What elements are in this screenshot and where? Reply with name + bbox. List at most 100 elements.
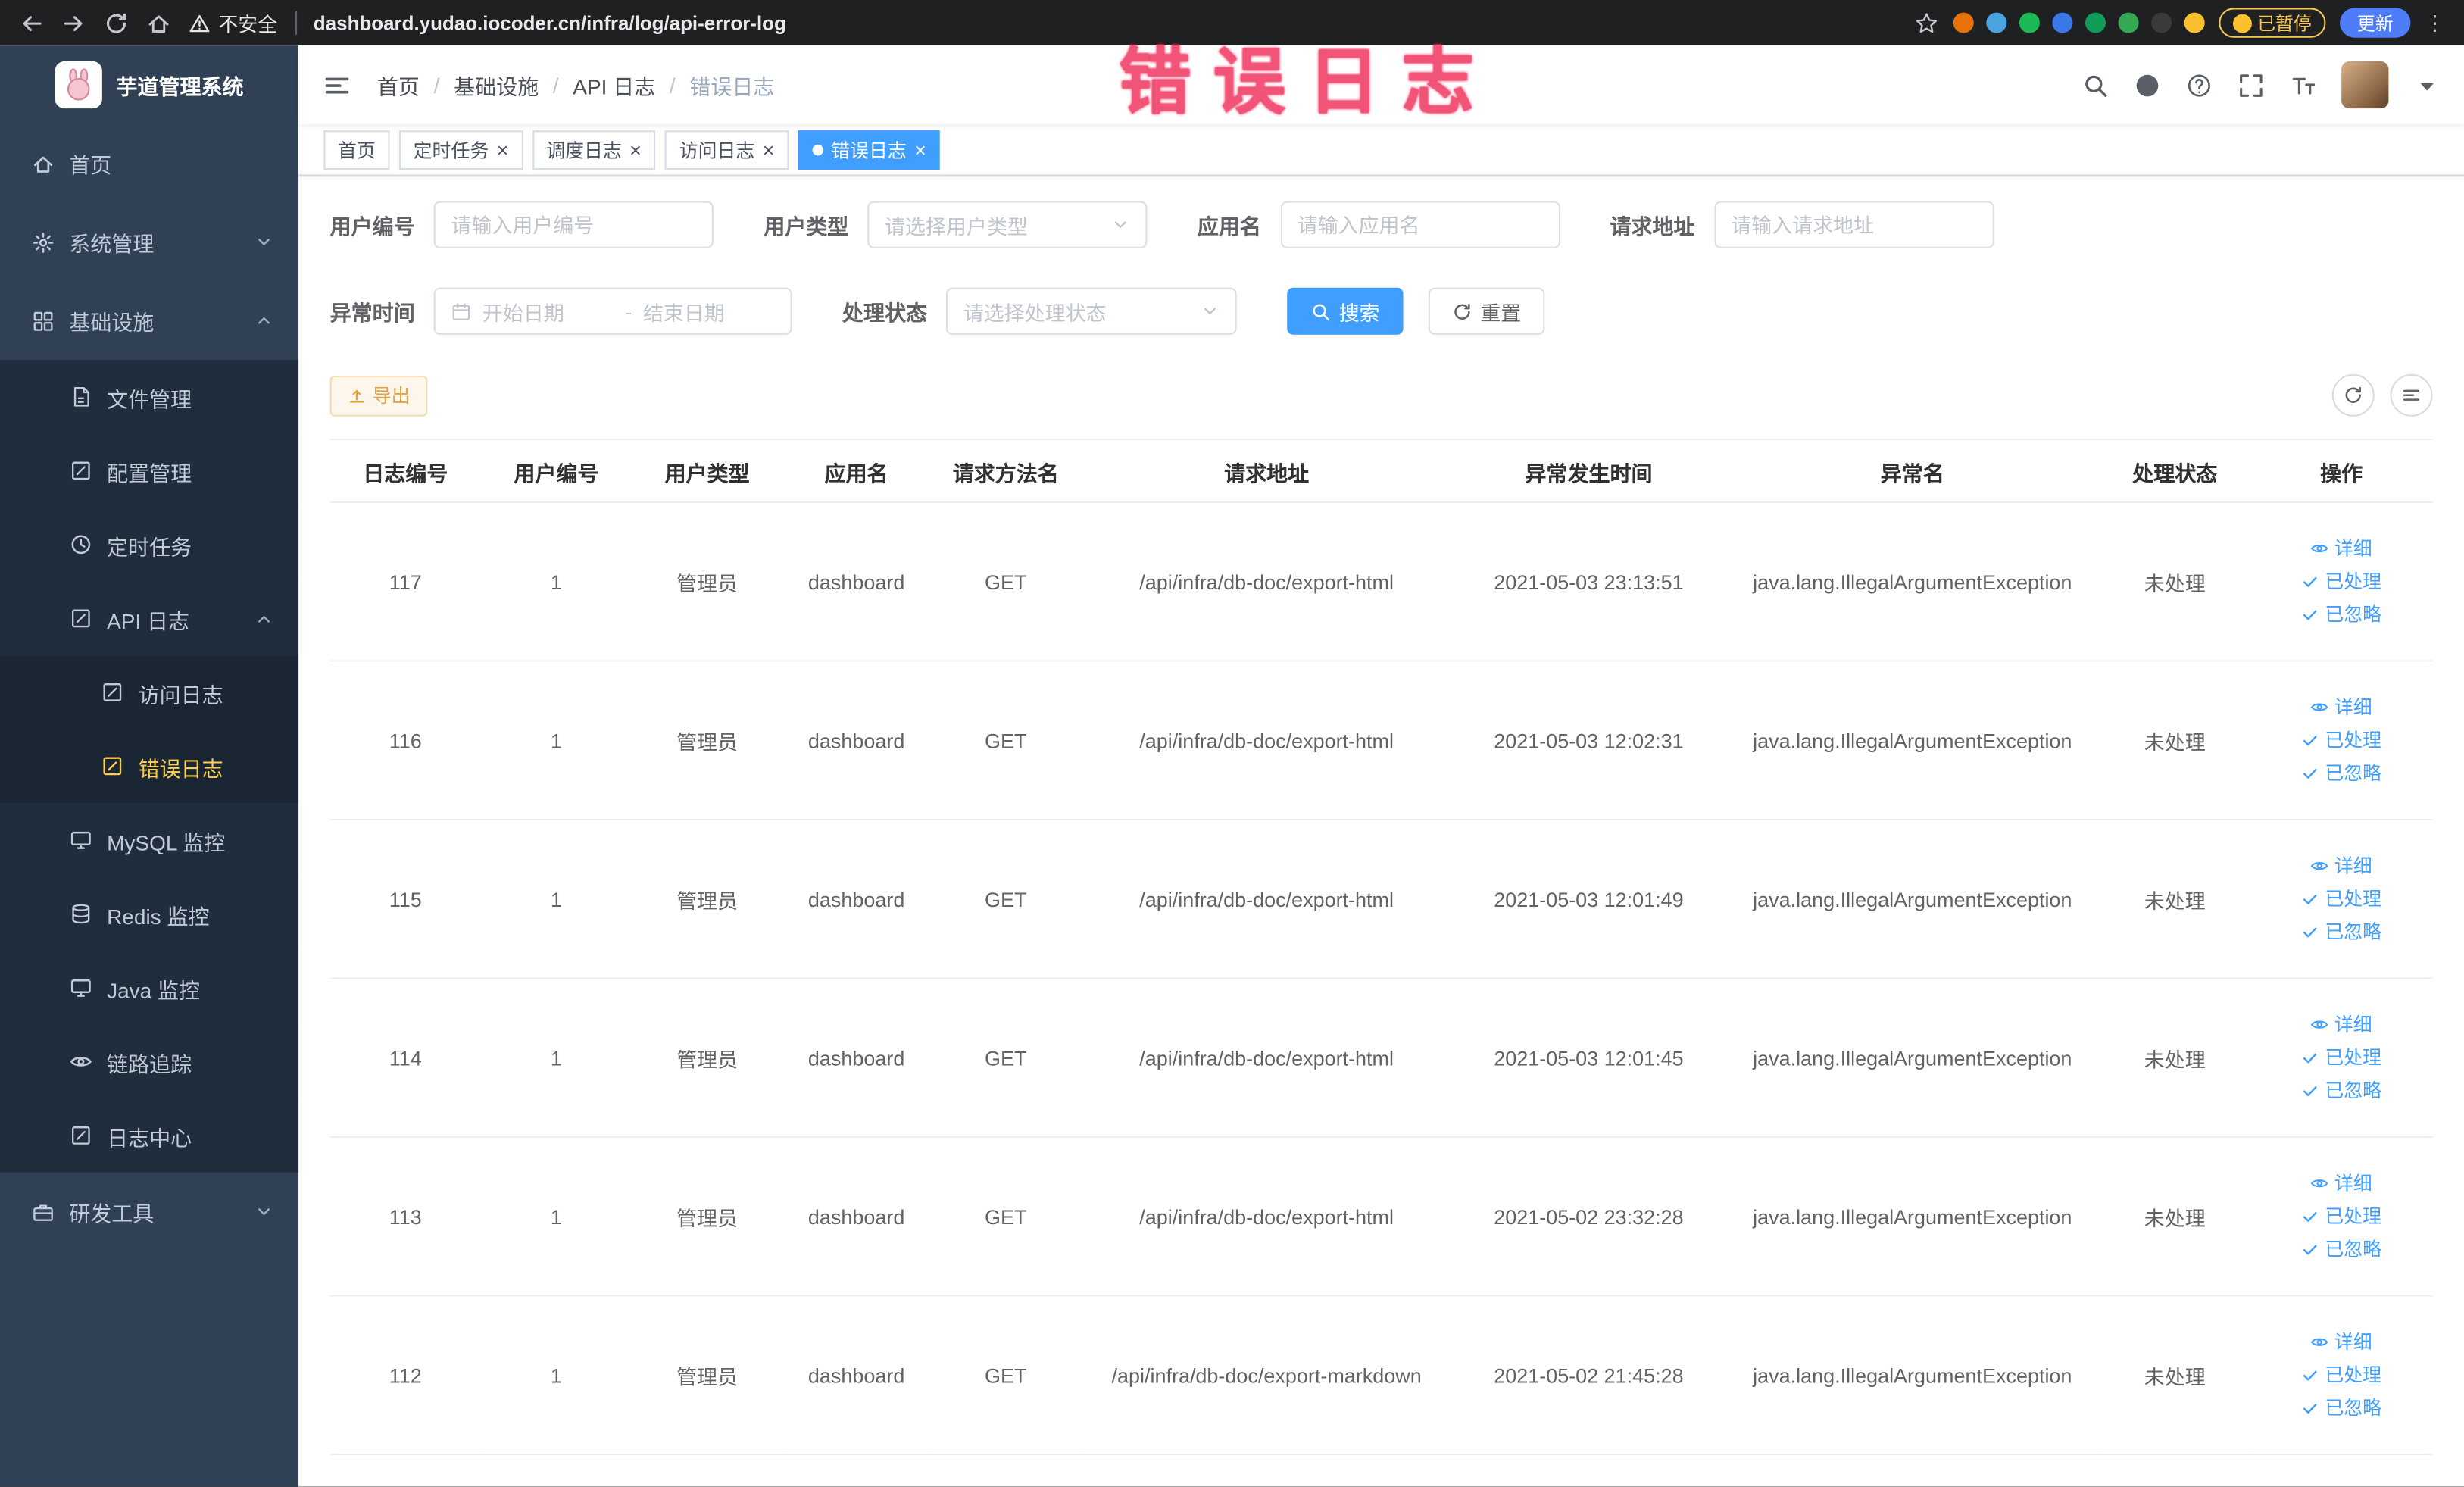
action-processed-link[interactable]: 已处理 xyxy=(2256,565,2426,598)
breadcrumb-item[interactable]: API 日志 xyxy=(573,69,655,100)
extension-metro-grid-icon[interactable] xyxy=(2051,12,2072,33)
sidebar-item-access-log[interactable]: 访问日志 xyxy=(0,655,299,729)
sidebar-item-link-tracing[interactable]: 链路追踪 xyxy=(0,1024,299,1099)
column-settings-button[interactable] xyxy=(2390,373,2433,417)
browser-refresh-icon[interactable] xyxy=(104,10,129,35)
cell-user-id: 1 xyxy=(480,819,632,979)
extensions xyxy=(1952,12,2204,33)
cell-app-name: dashboard xyxy=(782,819,931,979)
sidebar-item-error-log[interactable]: 错误日志 xyxy=(0,729,299,804)
action-detail-link[interactable]: 详细 xyxy=(2256,1326,2426,1359)
action-ignore-link[interactable]: 已忽略 xyxy=(2256,915,2426,948)
action-ignore-link[interactable]: 已忽略 xyxy=(2256,1074,2426,1107)
close-icon[interactable]: × xyxy=(629,139,642,160)
extension-paw-icon[interactable] xyxy=(2150,12,2172,33)
update-button[interactable]: 更新 xyxy=(2340,8,2411,38)
extension-orange-icon[interactable] xyxy=(1952,12,1973,33)
sidebar-item-java-monitor[interactable]: Java 监控 xyxy=(0,951,299,1025)
tab-error-log[interactable]: 错误日志 × xyxy=(798,130,941,170)
process-status-select[interactable]: 请选择处理状态 xyxy=(945,287,1237,335)
sidebar-item-log-center[interactable]: 日志中心 xyxy=(0,1098,299,1173)
action-detail-link[interactable]: 详细 xyxy=(2256,1008,2426,1042)
action-detail-link[interactable]: 详细 xyxy=(2256,849,2426,883)
sidebar-item-mysql-monitor[interactable]: MySQL 监控 xyxy=(0,803,299,877)
sidebar-item-scheduled-jobs[interactable]: 定时任务 xyxy=(0,508,299,582)
sidebar-item-home[interactable]: 首页 xyxy=(0,124,298,203)
github-icon[interactable] xyxy=(2134,71,2160,98)
extension-green-circle-icon[interactable] xyxy=(2018,12,2039,33)
action-processed-link[interactable]: 已处理 xyxy=(2256,1359,2426,1392)
sidebar-item-dev-tools[interactable]: 研发工具 xyxy=(0,1173,298,1251)
app-logo[interactable]: 芋道管理系统 xyxy=(0,45,298,124)
action-detail-link[interactable]: 详细 xyxy=(2256,532,2426,565)
close-icon[interactable]: × xyxy=(763,139,775,160)
paused-badge[interactable]: 已暂停 xyxy=(2218,8,2326,38)
action-ignore-link[interactable]: 已忽略 xyxy=(2256,757,2426,790)
sidebar-item-config-mgmt[interactable]: 配置管理 xyxy=(0,433,299,508)
browser-forward-icon[interactable] xyxy=(61,10,86,35)
fullscreen-icon[interactable] xyxy=(2238,71,2264,98)
help-icon[interactable] xyxy=(2186,71,2213,98)
action-detail-link[interactable]: 详细 xyxy=(2256,1167,2426,1200)
action-detail-link[interactable]: 详细 xyxy=(2256,691,2426,724)
cell-actions: 详细 已处理 已忽略 xyxy=(2250,661,2433,820)
search-button[interactable]: 搜索 xyxy=(1287,287,1404,335)
search-icon[interactable] xyxy=(2082,71,2109,98)
action-processed-link[interactable]: 已处理 xyxy=(2256,1041,2426,1074)
close-icon[interactable]: × xyxy=(914,139,926,160)
filter-app-name: 应用名 xyxy=(1198,201,1560,248)
caret-down-icon[interactable] xyxy=(2414,71,2441,98)
action-ignore-link[interactable]: 已忽略 xyxy=(2256,1233,2426,1267)
sidebar-item-infrastructure[interactable]: 基础设施 xyxy=(0,281,298,360)
reset-button[interactable]: 重置 xyxy=(1428,287,1545,335)
browser-home-icon[interactable] xyxy=(146,10,171,35)
sidebar-item-api-logs[interactable]: API 日志 xyxy=(0,581,299,656)
date-range-picker[interactable]: 开始日期 - 结束日期 xyxy=(433,287,792,335)
export-button[interactable]: 导出 xyxy=(329,374,428,416)
user-id-input[interactable] xyxy=(451,213,697,237)
app-name-input-wrap xyxy=(1279,201,1560,248)
action-processed-link[interactable]: 已处理 xyxy=(2256,883,2426,916)
breadcrumb-item[interactable]: 首页 xyxy=(377,69,420,100)
cell-status: 未处理 xyxy=(2099,661,2250,820)
close-icon[interactable]: × xyxy=(497,139,509,160)
column-header-actions: 操作 xyxy=(2250,438,2433,503)
breadcrumb: 首页 / 基础设施 / API 日志 / 错误日志 xyxy=(377,69,774,100)
tab-dispatch-log[interactable]: 调度日志 × xyxy=(532,130,656,170)
extension-on-badge-icon[interactable] xyxy=(2084,12,2105,33)
extension-smiley-icon[interactable] xyxy=(2183,12,2204,33)
action-ignore-link[interactable]: 已忽略 xyxy=(2256,1392,2426,1425)
app-name-input[interactable] xyxy=(1297,213,1543,237)
eye-icon xyxy=(2311,539,2330,558)
sidebar-item-file-mgmt[interactable]: 文件管理 xyxy=(0,360,299,434)
user-type-select[interactable]: 请选择用户类型 xyxy=(867,201,1148,248)
refresh-table-button[interactable] xyxy=(2331,373,2375,417)
column-header-status: 处理状态 xyxy=(2099,438,2250,503)
sidebar-collapse-icon[interactable] xyxy=(322,70,351,99)
bookmark-star-icon[interactable] xyxy=(1913,10,1938,35)
avatar[interactable] xyxy=(2341,61,2389,109)
tab-scheduled-jobs[interactable]: 定时任务 × xyxy=(398,130,523,170)
breadcrumb-item[interactable]: 基础设施 xyxy=(454,69,539,100)
browser-back-icon[interactable] xyxy=(19,10,44,35)
sidebar-item-redis-monitor[interactable]: Redis 监控 xyxy=(0,876,299,951)
search-icon xyxy=(1310,301,1331,321)
action-processed-link[interactable]: 已处理 xyxy=(2256,1200,2426,1233)
refresh-icon xyxy=(2343,385,2363,405)
security-chip[interactable]: 不安全 xyxy=(189,8,277,37)
action-ignore-link[interactable]: 已忽略 xyxy=(2256,598,2426,631)
eye-icon xyxy=(2311,698,2330,717)
filter-row-2: 异常时间 开始日期 - 结束日期 处理状态 请选择处理状态 搜索 重置 xyxy=(330,287,2433,335)
tab-access-log[interactable]: 访问日志 × xyxy=(665,130,789,170)
cell-time: 2021-05-03 23:13:51 xyxy=(1451,501,1725,662)
tab-home[interactable]: 首页 xyxy=(323,130,390,170)
request-url-input[interactable] xyxy=(1731,213,1976,237)
menu-label: 基础设施 xyxy=(69,311,155,335)
action-processed-link[interactable]: 已处理 xyxy=(2256,723,2426,757)
browser-menu-icon[interactable]: ⋮ xyxy=(2425,10,2445,35)
address-bar[interactable]: dashboard.yudao.iocoder.cn/infra/log/api… xyxy=(314,12,786,34)
font-size-icon[interactable] xyxy=(2290,71,2316,98)
extension-blue-drop-icon[interactable] xyxy=(1985,12,2006,33)
sidebar-item-system-mgmt[interactable]: 系统管理 xyxy=(0,203,298,282)
extension-leaf-icon[interactable] xyxy=(2117,12,2138,33)
